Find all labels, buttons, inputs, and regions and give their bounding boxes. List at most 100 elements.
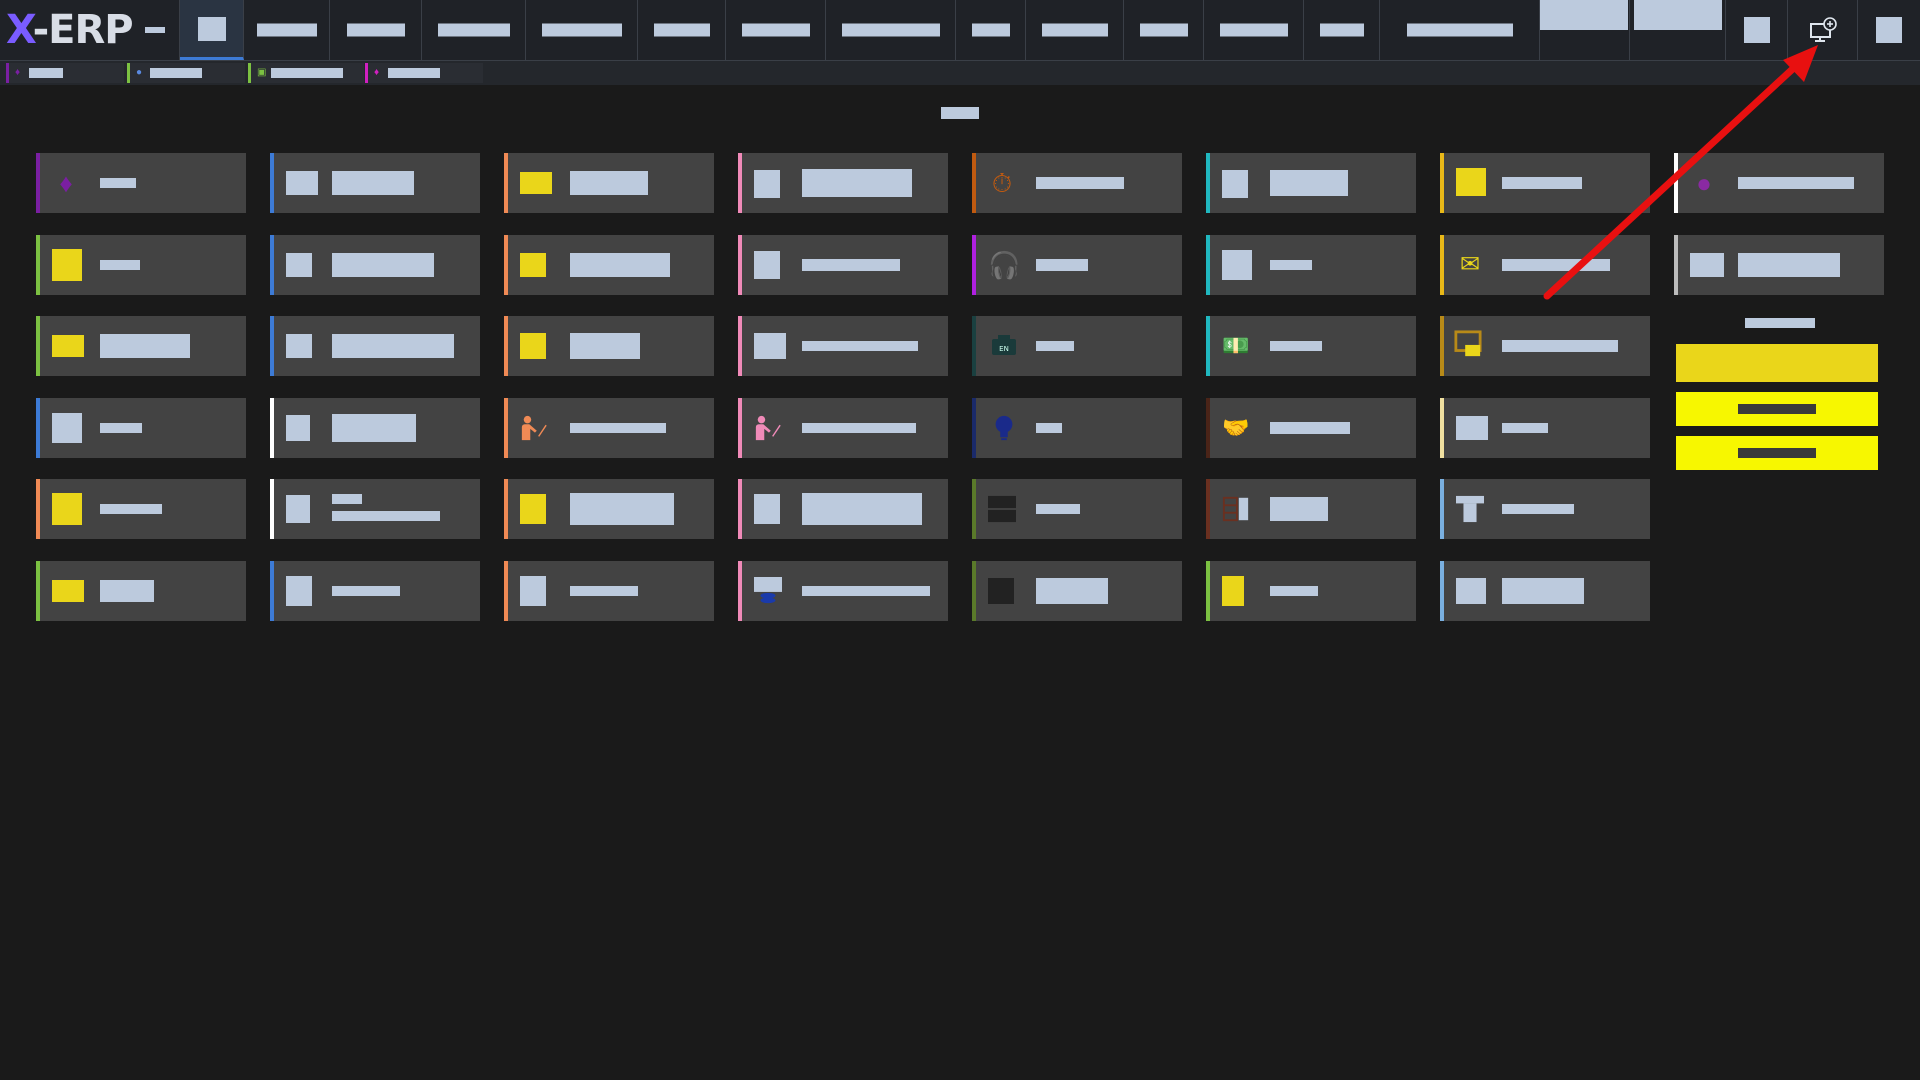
add-screen-button[interactable] <box>1788 0 1858 60</box>
module-tile[interactable] <box>270 561 480 621</box>
module-tile[interactable] <box>738 153 948 213</box>
module-tile[interactable] <box>36 561 246 621</box>
module-tile[interactable]: ⏱ <box>972 153 1182 213</box>
module-tile[interactable] <box>36 316 246 376</box>
app-logo[interactable]: X-ERP <box>6 6 134 54</box>
module-tile[interactable] <box>36 398 246 458</box>
open-tab-2[interactable]: ● <box>127 63 245 83</box>
panel-button-2[interactable] <box>1676 392 1878 426</box>
module-tile[interactable] <box>972 479 1182 539</box>
menu-toggle-button[interactable] <box>130 0 180 60</box>
nav-item-11[interactable] <box>1204 0 1304 60</box>
nav-item-3[interactable] <box>422 0 526 60</box>
module-tile[interactable] <box>1440 398 1650 458</box>
list-icon <box>1222 496 1249 522</box>
tile-label <box>1502 177 1582 189</box>
nav-label <box>1041 23 1108 37</box>
nav-item-7[interactable] <box>826 0 956 60</box>
module-tile[interactable] <box>504 153 714 213</box>
blank-icon <box>754 170 780 198</box>
module-tile[interactable] <box>1206 235 1416 295</box>
module-tile[interactable] <box>972 561 1182 621</box>
module-tile[interactable] <box>36 479 246 539</box>
tile-label <box>802 169 912 197</box>
module-tile[interactable] <box>738 479 948 539</box>
open-tab-3[interactable]: ▣ <box>248 63 364 83</box>
yellow-icon <box>1222 576 1244 606</box>
module-tile[interactable] <box>270 153 480 213</box>
tile-label <box>332 334 454 358</box>
module-tile[interactable]: ♦ <box>36 153 246 213</box>
module-tile[interactable]: ✉ <box>1440 235 1650 295</box>
tile-label <box>1502 259 1610 271</box>
module-tile[interactable] <box>1206 153 1416 213</box>
module-tile[interactable] <box>270 316 480 376</box>
nav-item-home[interactable] <box>180 0 244 60</box>
module-tile[interactable]: ● <box>1674 153 1884 213</box>
module-tile[interactable] <box>738 235 948 295</box>
tile-label <box>1270 170 1348 196</box>
module-tile[interactable] <box>504 235 714 295</box>
user-icon <box>1876 17 1902 43</box>
module-tile[interactable]: 🤝 <box>1206 398 1416 458</box>
settings-button[interactable] <box>1726 0 1788 60</box>
module-tile[interactable] <box>1674 235 1884 295</box>
nav-item-2[interactable] <box>330 0 422 60</box>
module-tile[interactable]: 🎧 <box>972 235 1182 295</box>
module-tile[interactable] <box>1440 316 1650 376</box>
module-tile[interactable] <box>504 398 714 458</box>
module-tile[interactable] <box>504 561 714 621</box>
module-tile[interactable] <box>504 479 714 539</box>
nav-item-9[interactable] <box>1026 0 1124 60</box>
module-tile[interactable] <box>972 398 1182 458</box>
panel-primary-button[interactable] <box>1676 344 1878 382</box>
module-tile[interactable] <box>1440 153 1650 213</box>
open-tab-1[interactable]: ♦ <box>6 63 124 83</box>
teacher-icon <box>755 415 781 441</box>
module-tile[interactable] <box>1206 479 1416 539</box>
user-menu-button[interactable] <box>1858 0 1920 60</box>
open-tab-4[interactable]: ♦ <box>365 63 483 83</box>
module-tile[interactable] <box>270 235 480 295</box>
gem-icon: ● <box>1696 168 1712 198</box>
nav-label <box>1319 23 1364 37</box>
module-tile[interactable] <box>738 561 948 621</box>
nav-item-4[interactable] <box>526 0 638 60</box>
module-tile[interactable] <box>738 316 948 376</box>
tile-label-line2 <box>332 511 440 521</box>
blank-icon <box>520 576 546 606</box>
module-tile[interactable] <box>504 316 714 376</box>
module-tile[interactable] <box>270 479 480 539</box>
blank-icon <box>286 253 312 277</box>
nav-item-10[interactable] <box>1124 0 1204 60</box>
module-tile[interactable] <box>1206 561 1416 621</box>
blank-icon <box>286 495 310 523</box>
home-icon <box>197 16 226 41</box>
company-info-block[interactable] <box>1630 0 1726 60</box>
panel-button-label <box>1738 404 1816 414</box>
module-tile[interactable] <box>36 235 246 295</box>
tile-label <box>1738 253 1840 277</box>
gem-icon: ♦ <box>59 168 73 198</box>
nav-item-6[interactable] <box>726 0 826 60</box>
module-tile[interactable]: EN <box>972 316 1182 376</box>
nav-item-12[interactable] <box>1304 0 1380 60</box>
nav-item-8[interactable] <box>956 0 1026 60</box>
module-tile[interactable]: 💵 <box>1206 316 1416 376</box>
nav-label <box>541 23 622 37</box>
module-tile[interactable] <box>1440 479 1650 539</box>
yellow-icon <box>52 249 82 281</box>
module-tile[interactable] <box>270 398 480 458</box>
nav-item-1[interactable] <box>244 0 330 60</box>
module-tile[interactable] <box>738 398 948 458</box>
tile-label <box>332 171 414 195</box>
nav-item-5[interactable] <box>638 0 726 60</box>
panel-button-3[interactable] <box>1676 436 1878 470</box>
tile-label <box>1738 177 1854 189</box>
nav-label <box>1219 23 1288 37</box>
tile-label <box>1502 423 1548 433</box>
blank-icon <box>286 171 318 195</box>
nav-item-13[interactable] <box>1380 0 1540 60</box>
user-info-block[interactable] <box>1540 0 1630 60</box>
module-tile[interactable] <box>1440 561 1650 621</box>
